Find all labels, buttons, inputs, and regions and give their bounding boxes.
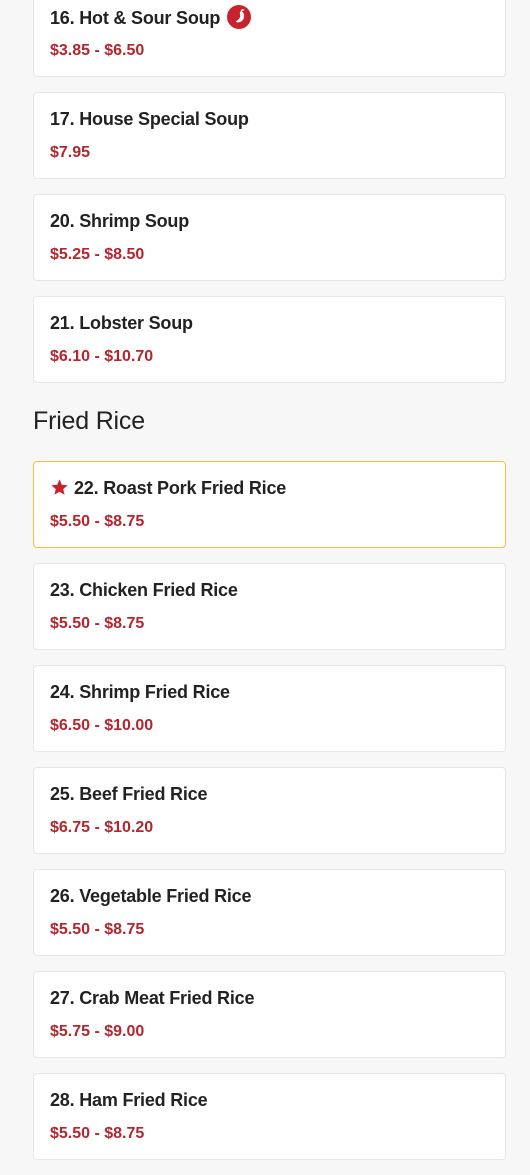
section-heading-fried-rice: Fried Rice (33, 407, 145, 435)
item-name-row: 16. Hot & Sour Soup (50, 5, 252, 31)
menu-item-hot-sour-soup[interactable]: 16. Hot & Sour Soup $3.85 - $6.50 (33, 0, 506, 77)
menu-item-ham-fried-rice[interactable]: 28. Ham Fried Rice $5.50 - $8.75 (33, 1073, 506, 1160)
menu-item-shrimp-fried-rice[interactable]: 24. Shrimp Fried Rice $6.50 - $10.00 (33, 665, 506, 752)
menu-item-roast-pork-fried-rice[interactable]: 22. Roast Pork Fried Rice $5.50 - $8.75 (33, 461, 506, 548)
chili-pepper-icon (227, 5, 252, 29)
item-price: $6.75 - $10.20 (50, 819, 154, 836)
menu-item-chicken-fried-rice[interactable]: 23. Chicken Fried Rice $5.50 - $8.75 (33, 563, 506, 650)
star-icon (51, 479, 68, 495)
item-name: 25. Beef Fried Rice (50, 784, 208, 804)
item-name: 22. Roast Pork Fried Rice (74, 478, 287, 498)
item-name: 26. Vegetable Fried Rice (50, 886, 252, 906)
item-name: 20. Shrimp Soup (50, 211, 190, 231)
item-name: 24. Shrimp Fried Rice (50, 682, 230, 702)
item-price: $5.50 - $8.75 (50, 1125, 145, 1142)
item-name: 28. Ham Fried Rice (50, 1090, 208, 1110)
item-name: 16. Hot & Sour Soup (50, 7, 221, 28)
menu-item-crab-meat-fried-rice[interactable]: 27. Crab Meat Fried Rice $5.75 - $9.00 (33, 971, 506, 1058)
item-name: 21. Lobster Soup (50, 313, 193, 333)
item-price: $5.75 - $9.00 (50, 1023, 145, 1040)
menu-list: 16. Hot & Sour Soup $3.85 - $6.50 17. Ho… (33, 0, 506, 1175)
item-name: 27. Crab Meat Fried Rice (50, 988, 255, 1008)
item-name: 23. Chicken Fried Rice (50, 580, 238, 600)
menu-item-shrimp-soup[interactable]: 20. Shrimp Soup $5.25 - $8.50 (33, 194, 506, 281)
menu-item-house-special-soup[interactable]: 17. House Special Soup $7.95 (33, 92, 506, 179)
item-price: $3.85 - $6.50 (50, 42, 145, 59)
item-price: $5.50 - $8.75 (50, 921, 145, 938)
menu-item-beef-fried-rice[interactable]: 25. Beef Fried Rice $6.75 - $10.20 (33, 767, 506, 854)
menu-item-lobster-soup[interactable]: 21. Lobster Soup $6.10 - $10.70 (33, 296, 506, 383)
item-price: $6.10 - $10.70 (50, 348, 154, 365)
item-price: $6.50 - $10.00 (50, 717, 154, 734)
menu-item-vegetable-fried-rice[interactable]: 26. Vegetable Fried Rice $5.50 - $8.75 (33, 869, 506, 956)
item-price: $5.50 - $8.75 (50, 513, 145, 530)
item-price: $7.95 (50, 144, 91, 161)
item-name: 17. House Special Soup (50, 109, 249, 129)
item-price: $5.50 - $8.75 (50, 615, 145, 632)
item-price: $5.25 - $8.50 (50, 246, 145, 263)
